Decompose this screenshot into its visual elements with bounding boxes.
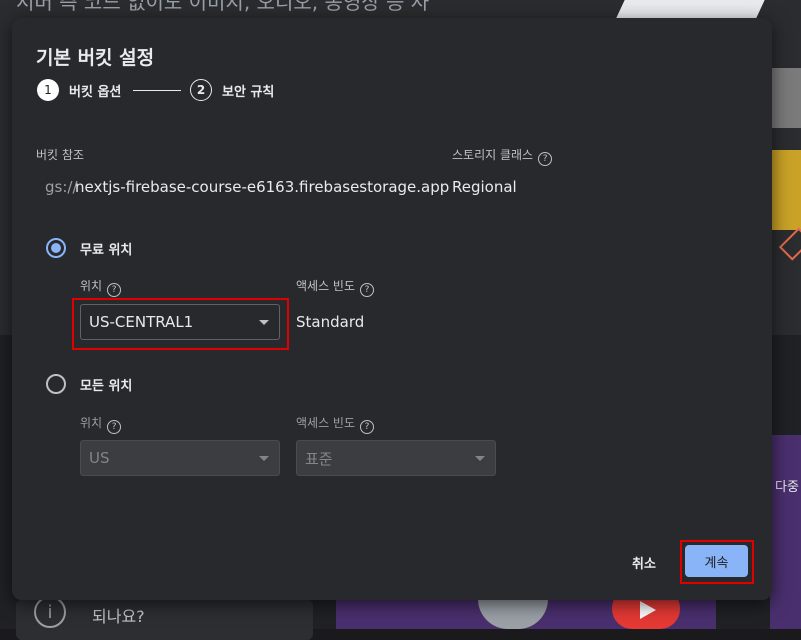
background-heading: 서버 측 코드 없이도 이미지, 오디오, 동영상 등 사 xyxy=(16,0,430,14)
background-card-text: 되나요? xyxy=(92,607,145,626)
location-select-disabled: US xyxy=(80,440,280,476)
background-illustration xyxy=(772,150,801,230)
background-side-panel xyxy=(770,435,801,629)
highlight-box xyxy=(680,540,754,584)
help-icon[interactable]: ? xyxy=(107,420,122,434)
access-frequency-value: Standard xyxy=(296,313,365,331)
storage-class-label-group: 스토리지 클래스? xyxy=(452,146,553,166)
step-2-label: 보안 규칙 xyxy=(222,85,275,100)
access-frequency-label: 액세스 빈도 xyxy=(296,416,356,430)
bucket-ref-prefix: gs:// xyxy=(45,178,78,196)
dropdown-arrow-icon xyxy=(259,456,269,461)
storage-class-value: Regional xyxy=(452,178,517,196)
dialog-title: 기본 버킷 설정 xyxy=(36,47,155,69)
free-location-label[interactable]: 무료 위치 xyxy=(80,239,132,258)
access-frequency-select-value: 표준 xyxy=(305,449,333,468)
location-select-value: US xyxy=(89,449,110,467)
background-illustration xyxy=(615,0,765,20)
background-side-text: 다중 xyxy=(775,480,799,495)
cancel-button[interactable]: 취소 xyxy=(616,546,672,578)
play-icon xyxy=(640,601,656,619)
stepper-connector xyxy=(133,90,181,91)
access-frequency-label-group: 액세스 빈도? xyxy=(296,414,375,434)
access-frequency-label-group: 액세스 빈도? xyxy=(296,277,375,297)
bucket-ref-label: 버킷 참조 xyxy=(36,148,84,162)
all-locations-radio[interactable] xyxy=(46,374,66,394)
info-icon: i xyxy=(34,596,66,628)
all-locations-label[interactable]: 모든 위치 xyxy=(80,375,132,394)
dropdown-arrow-icon xyxy=(475,456,485,461)
help-icon[interactable]: ? xyxy=(360,420,375,434)
location-label-group: 위치? xyxy=(80,277,122,297)
location-label-group: 위치? xyxy=(80,414,122,434)
location-label: 위치 xyxy=(80,279,103,293)
location-label: 위치 xyxy=(80,416,103,430)
step-1-label: 버킷 옵션 xyxy=(69,85,122,100)
access-frequency-select-disabled: 표준 xyxy=(296,440,496,476)
help-icon[interactable]: ? xyxy=(538,152,553,166)
storage-class-label: 스토리지 클래스 xyxy=(452,148,534,162)
free-location-radio[interactable] xyxy=(46,238,66,258)
access-frequency-label: 액세스 빈도 xyxy=(296,279,356,293)
help-icon[interactable]: ? xyxy=(107,283,122,297)
step-1-indicator: 1 xyxy=(37,79,59,101)
bucket-ref-value: nextjs-firebase-course-e6163.firebasesto… xyxy=(75,178,450,196)
background-illustration xyxy=(770,68,801,128)
step-2-indicator: 2 xyxy=(190,79,212,101)
bucket-setup-dialog: 기본 버킷 설정 1 버킷 옵션 2 보안 규칙 버킷 참조 스토리지 클래스?… xyxy=(12,18,772,600)
help-icon[interactable]: ? xyxy=(360,283,375,297)
highlight-box xyxy=(72,298,289,350)
